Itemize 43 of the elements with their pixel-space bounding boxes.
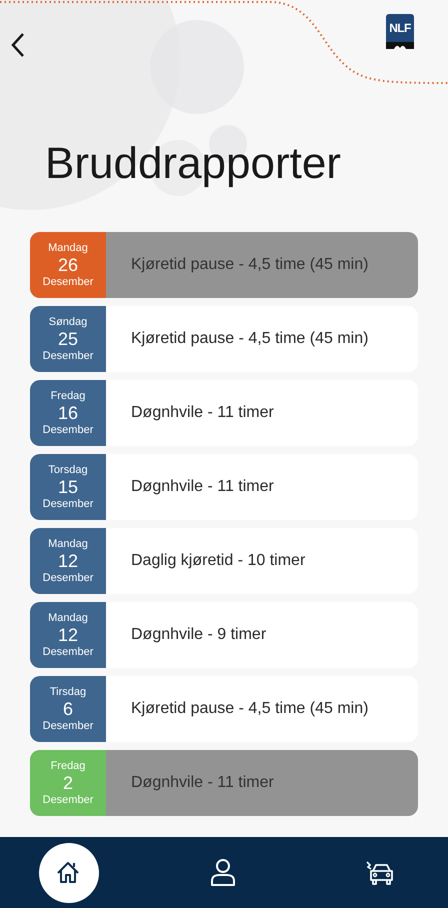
month-label: Desember (42, 498, 94, 510)
report-row[interactable]: Torsdag 15 Desember Døgnhvile - 11 timer (30, 454, 418, 520)
month-label: Desember (42, 794, 94, 806)
day-number: 16 (58, 402, 78, 424)
day-number: 26 (58, 254, 78, 276)
report-text: Kjøretid pause - 4,5 time (45 min) (131, 255, 368, 275)
report-row[interactable]: Fredag 2 Desember Døgnhvile - 11 timer (30, 750, 418, 816)
day-number: 12 (58, 550, 78, 572)
report-text: Kjøretid pause - 4,5 time (45 min) (131, 699, 368, 719)
report-row[interactable]: Mandag 26 Desember Kjøretid pause - 4,5 time (45 min) (30, 232, 418, 298)
weekday-label: Mandag (48, 538, 88, 550)
weekday-label: Søndag (48, 316, 88, 328)
report-text: Daglig kjøretid - 10 timer (131, 551, 306, 571)
day-number: 12 (58, 624, 78, 646)
logo: NLF (386, 14, 414, 52)
month-label: Desember (42, 646, 94, 658)
report-row[interactable]: Mandag 12 Desember Daglig kjøretid - 10 timer (30, 528, 418, 594)
report-text: Døgnhvile - 9 timer (131, 625, 266, 645)
report-row[interactable]: Søndag 25 Desember Kjøretid pause - 4,5 time (45 min) (30, 306, 418, 372)
weekday-label: Mandag (48, 612, 88, 624)
month-label: Desember (42, 350, 94, 362)
weekday-label: Tirsdag (50, 686, 86, 698)
report-text: Døgnhvile - 11 timer (131, 477, 274, 497)
report-row[interactable]: Tirsdag 6 Desember Kjøretid pause - 4,5 time (45 min) (30, 676, 418, 742)
page-title: Bruddrapporter (45, 142, 341, 186)
weekday-label: Fredag (50, 390, 86, 402)
report-row[interactable]: Mandag 12 Desember Døgnhvile - 9 timer (30, 602, 418, 668)
report-text: Døgnhvile - 11 timer (131, 773, 274, 793)
month-label: Desember (42, 572, 94, 584)
month-label: Desember (42, 276, 94, 288)
day-number: 2 (62, 772, 73, 794)
weekday-label: Fredag (50, 760, 86, 772)
month-label: Desember (42, 720, 94, 732)
day-number: 6 (62, 698, 73, 720)
report-row[interactable]: Fredag 16 Desember Døgnhvile - 11 timer (30, 380, 418, 446)
day-number: 15 (58, 476, 78, 498)
report-text: Kjøretid pause - 4,5 time (45 min) (131, 329, 368, 349)
weekday-label: Torsdag (48, 464, 88, 476)
weekday-label: Mandag (48, 242, 88, 254)
day-number: 25 (58, 328, 78, 350)
report-text: Døgnhvile - 11 timer (131, 403, 274, 423)
back-icon (10, 31, 26, 59)
month-label: Desember (42, 424, 94, 436)
